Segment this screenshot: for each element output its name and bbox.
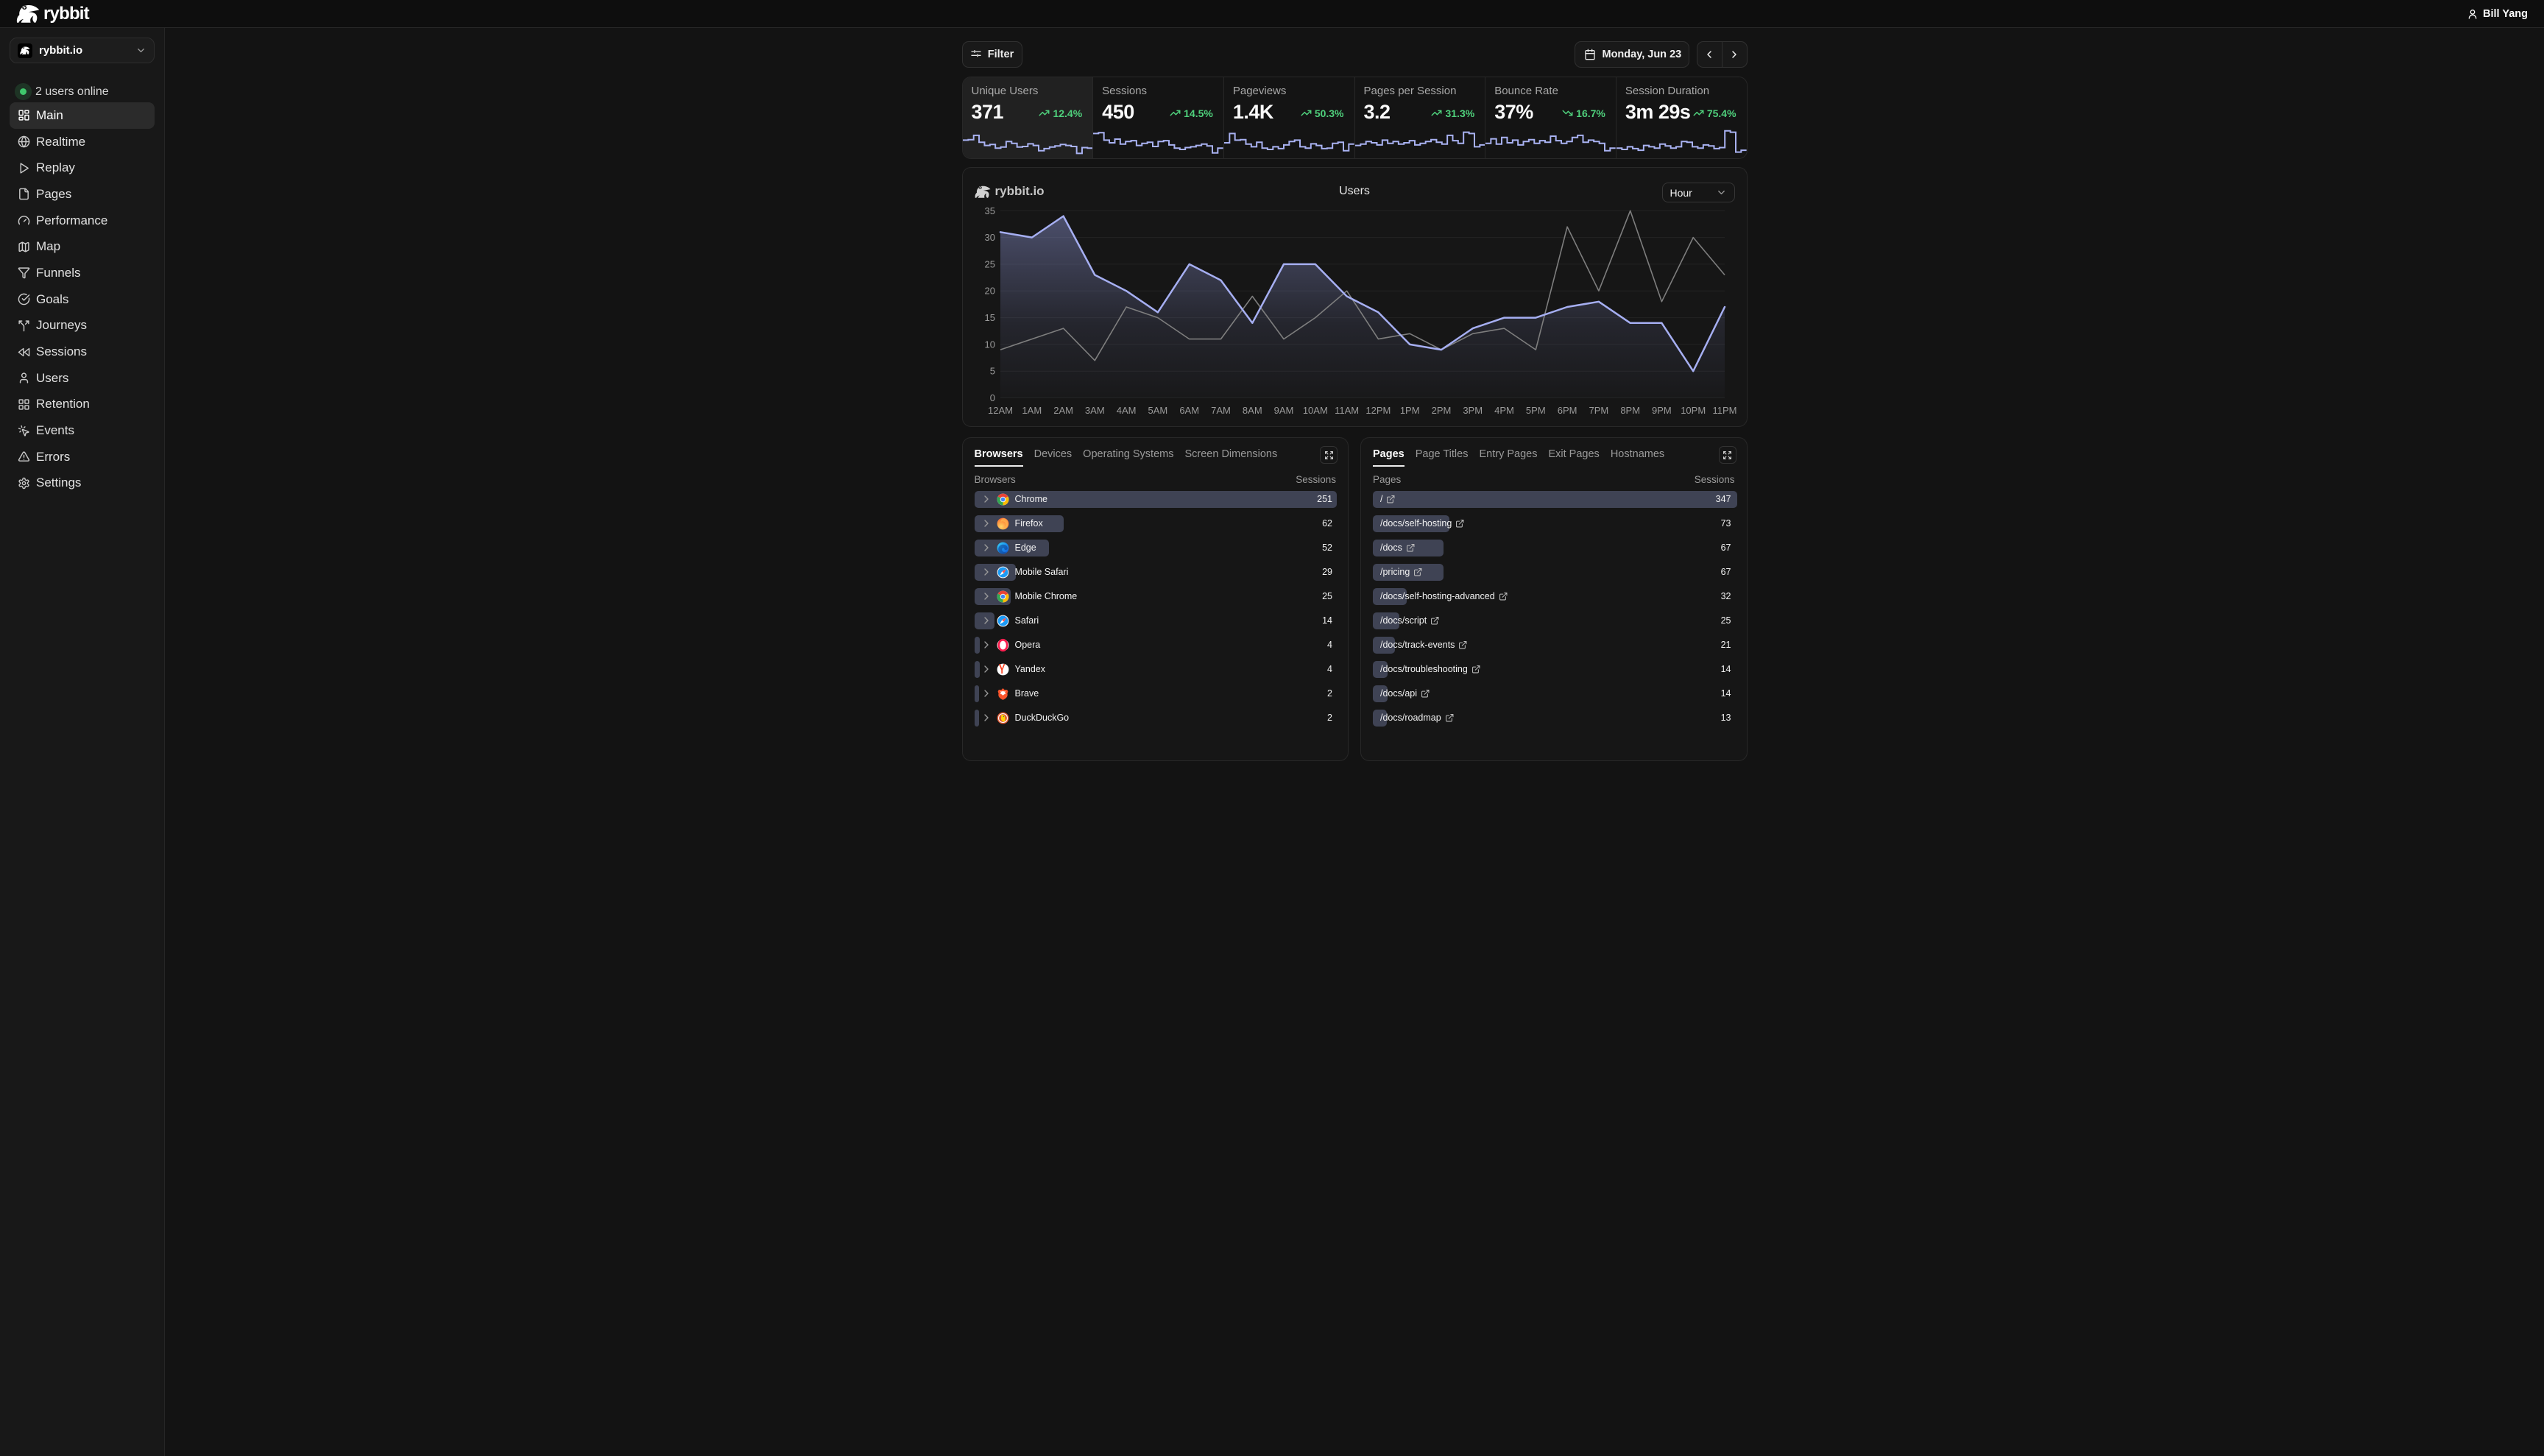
svg-text:10PM: 10PM <box>1681 405 1706 416</box>
svg-text:7PM: 7PM <box>1589 405 1608 416</box>
svg-text:12PM: 12PM <box>1365 405 1391 416</box>
svg-text:6AM: 6AM <box>1179 405 1199 416</box>
svg-text:25: 25 <box>984 258 994 269</box>
svg-text:9PM: 9PM <box>1652 405 1672 416</box>
svg-text:3PM: 3PM <box>1463 405 1483 416</box>
svg-text:10: 10 <box>984 339 994 350</box>
svg-text:4PM: 4PM <box>1494 405 1514 416</box>
svg-text:8AM: 8AM <box>1242 405 1262 416</box>
svg-text:2AM: 2AM <box>1053 405 1073 416</box>
svg-text:3AM: 3AM <box>1084 405 1104 416</box>
svg-text:10AM: 10AM <box>1302 405 1327 416</box>
svg-text:1AM: 1AM <box>1022 405 1042 416</box>
svg-text:15: 15 <box>984 312 994 323</box>
svg-text:12AM: 12AM <box>988 405 1013 416</box>
svg-text:20: 20 <box>984 286 994 297</box>
svg-text:1PM: 1PM <box>1399 405 1419 416</box>
svg-text:2PM: 2PM <box>1431 405 1451 416</box>
svg-text:35: 35 <box>984 205 994 216</box>
svg-text:11PM: 11PM <box>1712 405 1736 416</box>
svg-text:30: 30 <box>984 232 994 243</box>
svg-text:5PM: 5PM <box>1525 405 1545 416</box>
svg-text:0: 0 <box>989 392 994 403</box>
svg-text:11AM: 11AM <box>1335 405 1359 416</box>
svg-text:4AM: 4AM <box>1116 405 1136 416</box>
svg-text:9AM: 9AM <box>1273 405 1293 416</box>
svg-text:8PM: 8PM <box>1620 405 1640 416</box>
svg-text:7AM: 7AM <box>1211 405 1231 416</box>
svg-text:6PM: 6PM <box>1557 405 1577 416</box>
svg-text:5: 5 <box>989 366 994 377</box>
svg-text:5AM: 5AM <box>1148 405 1167 416</box>
